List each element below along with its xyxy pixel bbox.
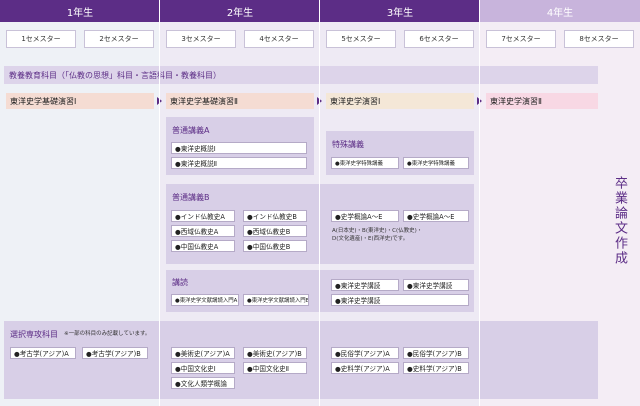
year-2-header: 2年生 <box>160 0 320 22</box>
general-lectures-b-panel <box>166 184 474 264</box>
course-item: ●東洋史学文献講読入門A <box>171 294 239 306</box>
semester-1: 1セメスター <box>6 30 76 48</box>
basic-seminar-2: 東洋史学基礎演習Ⅱ <box>166 93 314 109</box>
year-4-header: 4年生 <box>480 0 640 22</box>
course-item: ●史料学(アジア)A <box>331 362 399 374</box>
semester-7: 7セメスター <box>486 30 556 48</box>
year-divider <box>319 0 320 406</box>
course-item: ●東洋史概説Ⅰ <box>171 142 307 154</box>
course-item: ●東洋史学講読 <box>331 279 399 291</box>
special-lectures-title: 特殊講義 <box>332 140 364 149</box>
course-item: ●民俗学(アジア)B <box>403 347 469 359</box>
course-item: ●民俗学(アジア)A <box>331 347 399 359</box>
year-1-header: 1年生 <box>0 0 160 22</box>
course-item: ●美術史(アジア)A <box>171 347 235 359</box>
general-education-label: 教養教育科目（「仏教の思想」科目・言語科目・教養科目） <box>9 71 221 80</box>
semester-2: 2セメスター <box>84 30 154 48</box>
course-item: ●東洋史概説Ⅱ <box>171 157 307 169</box>
semester-4: 4セメスター <box>244 30 314 48</box>
course-item: ●史学概論A～E <box>331 210 399 222</box>
seminar-2: 東洋史学演習Ⅱ <box>486 93 598 109</box>
course-item: ●中国仏教史A <box>171 240 235 252</box>
general-lectures-b-title: 普通講義B <box>172 193 210 202</box>
course-item: ●インド仏教史B <box>243 210 307 222</box>
course-item: ●美術史(アジア)B <box>243 347 307 359</box>
course-item: ●東洋史学講読 <box>403 279 469 291</box>
basic-seminar-1: 東洋史学基礎演習Ⅰ <box>6 93 154 109</box>
course-item: ●東洋史学文献講読入門B <box>243 294 309 306</box>
course-item: ●中国仏教史B <box>243 240 307 252</box>
graduation-thesis-label: 卒業論文作成 <box>612 176 627 266</box>
course-item: ●考古学(アジア)A <box>10 347 76 359</box>
history-intro-note: D(文化遺産)・E(西洋史)です。 <box>332 236 409 242</box>
course-item: ●西域仏教史B <box>243 225 307 237</box>
semester-5: 5セメスター <box>326 30 396 48</box>
course-item: ●東洋史学講読 <box>331 294 469 306</box>
readings-title: 講読 <box>172 278 188 287</box>
electives-title: 選択専攻科目 <box>10 330 58 339</box>
course-item: ●考古学(アジア)B <box>82 347 148 359</box>
general-lectures-a-title: 普通講義A <box>172 126 210 135</box>
course-item: ●中国文化史Ⅱ <box>243 362 307 374</box>
course-item: ●東洋史学特殊講義 <box>403 157 469 169</box>
year-divider <box>479 0 480 406</box>
course-item: ●文化人類学概論 <box>171 377 235 389</box>
electives-note: ※一部の科目のみ記載しています。 <box>64 331 151 337</box>
seminar-1: 東洋史学演習Ⅰ <box>326 93 474 109</box>
semester-6: 6セメスター <box>404 30 474 48</box>
year-3-header: 3年生 <box>320 0 480 22</box>
course-item: ●西域仏教史A <box>171 225 235 237</box>
course-item: ●中国文化史Ⅰ <box>171 362 235 374</box>
course-item: ●史学概論A～E <box>403 210 469 222</box>
course-item: ●史料学(アジア)B <box>403 362 469 374</box>
course-item: ●インド仏教史A <box>171 210 235 222</box>
course-item: ●東洋史学特殊講義 <box>331 157 399 169</box>
history-intro-note: A(日本史)・B(東洋史)・C(仏教史)・ <box>332 228 423 234</box>
semester-3: 3セメスター <box>166 30 236 48</box>
year-divider <box>159 0 160 406</box>
semester-8: 8セメスター <box>564 30 634 48</box>
